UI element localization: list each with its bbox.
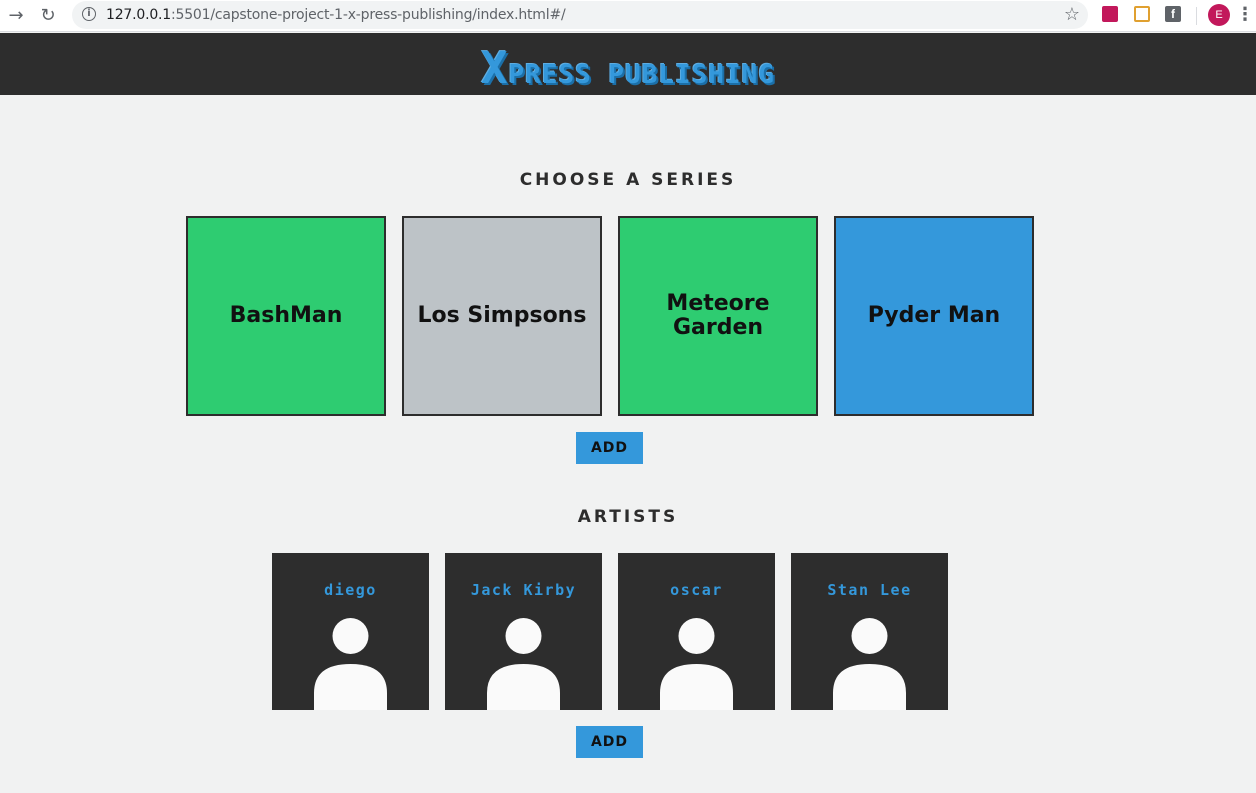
artist-card[interactable]: Stan Lee	[791, 553, 948, 710]
url-path: :5501/capstone-project-1-x-press-publish…	[171, 7, 566, 23]
profile-avatar[interactable]: E	[1208, 4, 1230, 26]
app-header: XPRESS PUBLISHING	[0, 33, 1256, 95]
address-bar[interactable]: i 127.0.0.1:5501/capstone-project-1-x-pr…	[72, 1, 1088, 29]
user-silhouette-icon	[833, 618, 906, 710]
bookmark-star-icon[interactable]: ☆	[1064, 4, 1080, 25]
artist-card[interactable]: Jack Kirby	[445, 553, 602, 710]
artist-card[interactable]: diego	[272, 553, 429, 710]
series-card[interactable]: Pyder Man	[834, 216, 1034, 416]
user-silhouette-icon	[314, 618, 387, 710]
user-silhouette-icon	[660, 618, 733, 710]
series-name: Pyder Man	[867, 303, 1001, 328]
series-card[interactable]: Los Simpsons	[402, 216, 602, 416]
url-text[interactable]: 127.0.0.1:5501/capstone-project-1-x-pres…	[106, 7, 566, 23]
add-series-button[interactable]: ADD	[576, 432, 643, 464]
extension-facebook-icon[interactable]: f	[1165, 6, 1181, 22]
extension-2-icon[interactable]	[1134, 6, 1150, 22]
logo-initial: X	[481, 43, 509, 94]
logo-text: PRESS PUBLISHING	[508, 60, 775, 90]
series-name: Meteore Garden	[666, 291, 770, 340]
series-card[interactable]: Meteore Garden	[618, 216, 818, 416]
extension-1-icon[interactable]	[1102, 6, 1118, 22]
series-name: BashMan	[229, 303, 343, 328]
user-silhouette-icon	[487, 618, 560, 710]
kebab-menu-icon[interactable]: ⋮	[1236, 4, 1254, 26]
forward-icon[interactable]: →	[4, 4, 28, 28]
reload-icon[interactable]: ↻	[36, 4, 60, 28]
series-section-title: CHOOSE A SERIES	[519, 170, 737, 190]
series-card[interactable]: BashMan	[186, 216, 386, 416]
browser-toolbar: → ↻ i 127.0.0.1:5501/capstone-project-1-…	[0, 0, 1256, 32]
artist-card[interactable]: oscar	[618, 553, 775, 710]
series-name: Los Simpsons	[417, 303, 587, 328]
artists-section-title: ARTISTS	[577, 507, 679, 527]
logo[interactable]: XPRESS PUBLISHING	[0, 43, 1256, 94]
info-icon[interactable]: i	[82, 7, 96, 21]
add-artist-button[interactable]: ADD	[576, 726, 643, 758]
toolbar-divider	[1196, 7, 1197, 25]
url-host: 127.0.0.1	[106, 7, 171, 23]
